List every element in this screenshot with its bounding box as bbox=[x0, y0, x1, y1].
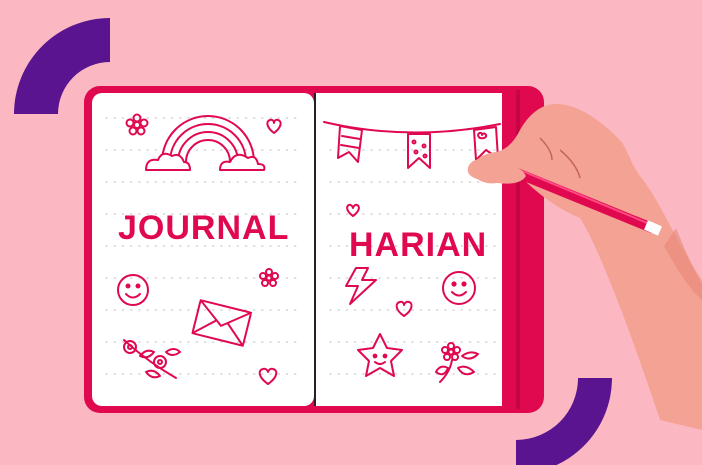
journal-word: JOURNAL bbox=[118, 209, 290, 247]
harian-word: HARIAN bbox=[349, 226, 488, 264]
